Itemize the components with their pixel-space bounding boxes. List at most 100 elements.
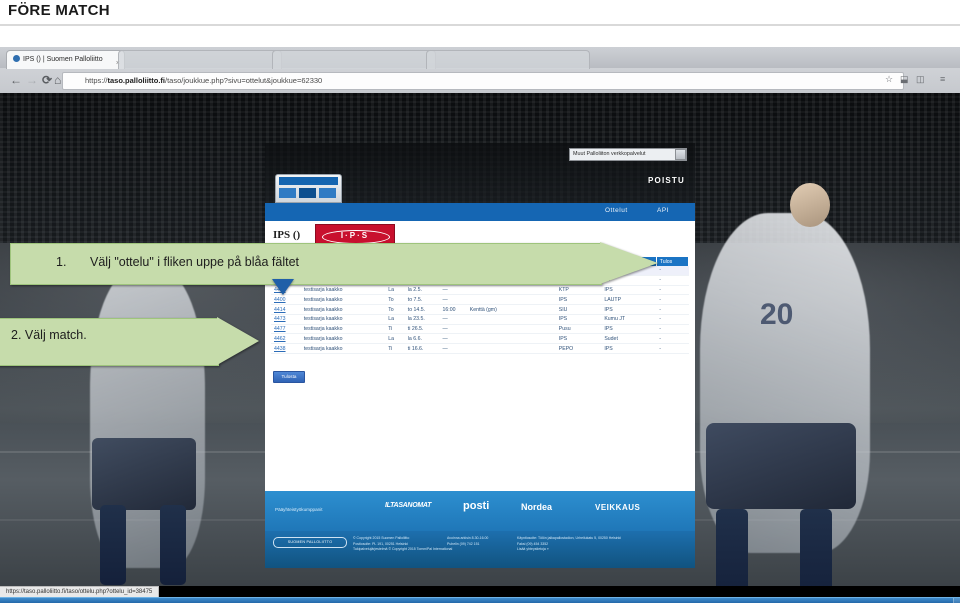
table-row[interactable]: 4473 testisarja kaakko La la 23.5. — IPS… xyxy=(271,314,689,325)
cell-koti: KTP xyxy=(555,285,602,296)
callout-1-number: 1. xyxy=(56,255,67,269)
cell-nro[interactable]: 4462 xyxy=(271,333,301,345)
cell-tulos: - xyxy=(656,333,689,345)
callout-2-body xyxy=(0,318,219,366)
cell-tulos: - xyxy=(656,324,689,335)
cell-nro[interactable]: 4473 xyxy=(271,314,301,325)
browser-tab-4[interactable] xyxy=(426,50,590,69)
tab-ottelut[interactable]: Ottelut xyxy=(605,207,628,214)
reload-icon[interactable]: ⟳ xyxy=(42,73,52,87)
browser-tab-active[interactable]: IPS () | Suomen Palloliitto × xyxy=(6,50,125,69)
cell-pv: Ti xyxy=(385,343,405,355)
cell-koti: IPS xyxy=(555,314,602,325)
print-button[interactable]: Tulosta xyxy=(273,371,305,383)
back-icon[interactable]: ← xyxy=(10,73,22,87)
th-tulos[interactable]: Tulos xyxy=(656,257,690,266)
callout-step-2: 2. Välj match. xyxy=(0,317,259,366)
team-title: IPS () xyxy=(273,229,301,241)
cell-pv: La xyxy=(385,285,405,296)
app-hero-banner: Muut Palloliiton verkkopalvelut POISTU xyxy=(265,143,695,203)
match-link[interactable]: 4477 xyxy=(274,326,286,332)
table-row[interactable]: 4414 testisarja kaakko To to 14.5. 16:00… xyxy=(271,304,689,315)
cell-nro[interactable]: 4400 xyxy=(271,294,301,306)
match-link[interactable]: 4462 xyxy=(274,336,286,342)
cell-koti: IPS xyxy=(555,294,602,306)
stadium-photo: 19 20 Muut Palloliiton verkkopalvelut PO… xyxy=(0,93,960,586)
chevron-down-icon[interactable] xyxy=(675,149,686,160)
cell-tulos: - xyxy=(656,304,689,315)
player-right-sock-b xyxy=(800,509,832,586)
title-divider xyxy=(0,24,960,26)
match-link[interactable]: 4438 xyxy=(274,346,286,352)
cell-kentta xyxy=(466,314,556,325)
table-row[interactable]: 4477 testisarja kaakko Ti ti 26.5. — Pus… xyxy=(271,324,689,335)
menu-icon[interactable]: ≡ xyxy=(940,74,945,84)
tab-api[interactable]: API xyxy=(657,207,669,214)
table-row[interactable]: 4400 testisarja kaakko To to 7.5. — IPS … xyxy=(271,294,689,306)
player-right-shorts xyxy=(706,423,856,509)
show-desktop-button[interactable] xyxy=(953,598,960,603)
cell-vieras: Sudet xyxy=(601,333,657,345)
player-right-sock-a xyxy=(716,509,748,586)
cell-pvm: ti 16.6. xyxy=(404,343,440,355)
match-link[interactable]: 4414 xyxy=(274,307,286,313)
cell-sarja: testisarja kaakko xyxy=(300,294,386,306)
forward-icon[interactable]: → xyxy=(26,73,38,87)
cell-pv: Ti xyxy=(385,324,405,335)
app-navbar: Ottelut API xyxy=(265,203,695,221)
cell-pv: La xyxy=(385,333,405,345)
url-host: taso.palloliitto.fi xyxy=(107,76,166,85)
match-link[interactable]: 4400 xyxy=(274,297,286,303)
cell-tulos: - xyxy=(656,285,689,296)
cell-sarja: testisarja kaakko xyxy=(300,314,386,325)
player-left-sock-b xyxy=(160,505,186,585)
url-scheme: https:// xyxy=(85,76,108,85)
table-row[interactable]: 4458 testisarja kaakko La la 2.5. — KTP … xyxy=(271,285,689,296)
web-application: Muut Palloliiton verkkopalvelut POISTU O… xyxy=(265,143,695,568)
table-row[interactable]: 4438 testisarja kaakko Ti ti 16.6. — PEP… xyxy=(271,343,689,355)
home-icon[interactable]: ⌂ xyxy=(54,73,61,87)
service-select[interactable]: Muut Palloliiton verkkopalvelut xyxy=(569,148,687,161)
cell-klo: — xyxy=(439,333,467,345)
cell-tulos: - xyxy=(656,343,689,355)
cell-tulos: - xyxy=(656,275,689,286)
bookmark-icon[interactable]: ⬓ xyxy=(900,74,909,85)
cell-koti: Pusu xyxy=(555,324,602,335)
footer-logo: SUOMEN PALLOLIITTO xyxy=(273,537,347,548)
cell-pvm: to 7.5. xyxy=(404,294,440,306)
cell-kentta xyxy=(466,294,556,306)
match-link[interactable]: 4473 xyxy=(274,316,286,322)
cell-vieras: IPS xyxy=(601,324,657,335)
cell-vieras: IPS xyxy=(601,285,657,296)
sponsor-veikkaus: VEIKKAUS xyxy=(595,503,641,512)
cell-nro[interactable]: 4477 xyxy=(271,324,301,335)
address-bar[interactable]: https://taso.palloliitto.fi/taso/joukkue… xyxy=(62,72,904,90)
logout-link[interactable]: POISTU xyxy=(648,176,685,185)
cell-koti: PEPO xyxy=(555,343,602,355)
cell-nro[interactable]: 4438 xyxy=(271,343,301,355)
cell-sarja: testisarja kaakko xyxy=(300,324,386,335)
sponsor-label: Pääyhteistyökumppanit xyxy=(275,507,323,512)
browser-tab-label: IPS () | Suomen Palloliitto xyxy=(23,56,103,63)
cell-klo: — xyxy=(439,285,467,296)
ips-logo-text: I·P·S xyxy=(340,231,370,240)
callout-step-1: 1. Välj "ottelu" i fliken uppe på blåa f… xyxy=(10,242,658,285)
cell-klo: — xyxy=(439,294,467,306)
windows-taskbar: ▴ ▭ ⚑ ◉ ◢ ◀ 14:22 6.5.2015 xyxy=(0,597,960,603)
cell-pv: To xyxy=(385,304,405,315)
callout-1-pointer-down-icon xyxy=(272,279,294,295)
callout-1-arrow xyxy=(600,242,658,284)
star-icon[interactable]: ☆ xyxy=(885,74,893,85)
cell-pvm: to 14.5. xyxy=(404,304,440,315)
callout-2-arrow xyxy=(217,317,259,365)
cell-koti: SIU xyxy=(555,304,602,315)
cell-vieras: IPS xyxy=(601,304,657,315)
extension-icon[interactable]: ◫ xyxy=(916,74,925,85)
browser-tab-3[interactable] xyxy=(272,50,436,69)
cell-kentta xyxy=(466,324,556,335)
browser-tab-2[interactable] xyxy=(118,50,282,69)
callout-1-text: Välj "ottelu" i fliken uppe på blåa fält… xyxy=(90,255,300,269)
page-title: FÖRE MATCH xyxy=(8,2,110,19)
table-row[interactable]: 4462 testisarja kaakko La la 6.6. — IPS … xyxy=(271,333,689,345)
cell-nro[interactable]: 4414 xyxy=(271,304,301,315)
